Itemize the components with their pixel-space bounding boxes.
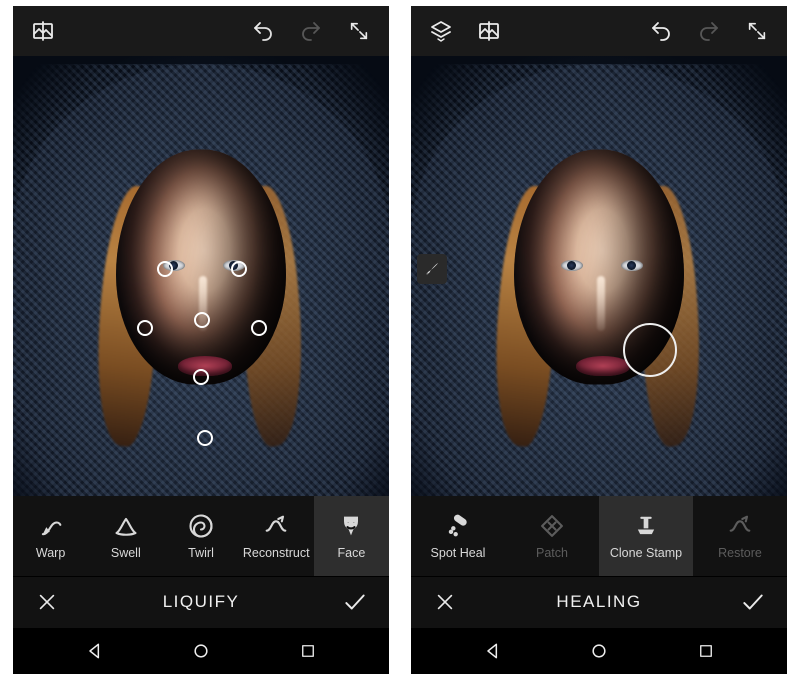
nav-back-icon[interactable]: [468, 631, 518, 671]
twirl-icon: [187, 512, 215, 540]
tool-twirl[interactable]: Twirl: [163, 496, 238, 576]
nav-home-icon[interactable]: [176, 631, 226, 671]
android-navbar: [13, 628, 389, 674]
tool-restore[interactable]: Restore: [693, 496, 787, 576]
spot-heal-icon: [444, 512, 472, 540]
restore-icon: [726, 512, 754, 540]
image-canvas[interactable]: [13, 56, 389, 496]
tool-reconstruct[interactable]: Reconstruct: [239, 496, 314, 576]
face-icon: [337, 512, 365, 540]
tool-label: Swell: [111, 546, 141, 560]
nav-home-icon[interactable]: [574, 631, 624, 671]
mode-title: HEALING: [556, 592, 641, 612]
tool-row: Spot Heal Patch Clone Stamp Restore: [411, 496, 787, 576]
tool-label: Twirl: [188, 546, 214, 560]
tool-row: Warp Swell Twirl Reconstruct Face: [13, 496, 389, 576]
reconstruct-icon: [262, 512, 290, 540]
android-navbar: [411, 628, 787, 674]
tool-face[interactable]: Face: [314, 496, 389, 576]
mode-title: LIQUIFY: [163, 592, 240, 612]
redo-icon[interactable]: [687, 9, 731, 53]
swell-icon: [112, 512, 140, 540]
tool-warp[interactable]: Warp: [13, 496, 88, 576]
image-compare-icon[interactable]: [21, 9, 65, 53]
clone-stamp-icon: [632, 512, 660, 540]
tool-swell[interactable]: Swell: [88, 496, 163, 576]
tool-label: Restore: [718, 546, 762, 560]
tool-spot-heal[interactable]: Spot Heal: [411, 496, 505, 576]
tool-label: Spot Heal: [431, 546, 486, 560]
confirm-button[interactable]: [731, 580, 775, 624]
warp-icon: [37, 512, 65, 540]
fullscreen-icon[interactable]: [735, 9, 779, 53]
screen-healing: Spot Heal Patch Clone Stamp Restore HEALING: [411, 6, 787, 674]
tool-label: Clone Stamp: [610, 546, 682, 560]
clone-cursor[interactable]: [623, 323, 677, 377]
mode-bar: HEALING: [411, 576, 787, 628]
tool-label: Patch: [536, 546, 568, 560]
undo-icon[interactable]: [241, 9, 285, 53]
fullscreen-icon[interactable]: [337, 9, 381, 53]
top-toolbar: [411, 6, 787, 56]
tool-clone-stamp[interactable]: Clone Stamp: [599, 496, 693, 576]
tool-patch[interactable]: Patch: [505, 496, 599, 576]
confirm-button[interactable]: [333, 580, 377, 624]
brush-settings-chip[interactable]: [417, 254, 447, 284]
image-canvas[interactable]: [411, 56, 787, 496]
tool-label: Warp: [36, 546, 65, 560]
layers-icon[interactable]: [419, 9, 463, 53]
nav-recent-icon[interactable]: [283, 631, 333, 671]
mode-bar: LIQUIFY: [13, 576, 389, 628]
patch-icon: [538, 512, 566, 540]
image-compare-icon[interactable]: [467, 9, 511, 53]
undo-icon[interactable]: [639, 9, 683, 53]
tool-label: Face: [338, 546, 366, 560]
redo-icon[interactable]: [289, 9, 333, 53]
nav-back-icon[interactable]: [70, 631, 120, 671]
cancel-button[interactable]: [423, 580, 467, 624]
nav-recent-icon[interactable]: [681, 631, 731, 671]
top-toolbar: [13, 6, 389, 56]
cancel-button[interactable]: [25, 580, 69, 624]
tool-label: Reconstruct: [243, 546, 310, 560]
screen-liquify: Warp Swell Twirl Reconstruct Face LIQUIFY: [13, 6, 389, 674]
